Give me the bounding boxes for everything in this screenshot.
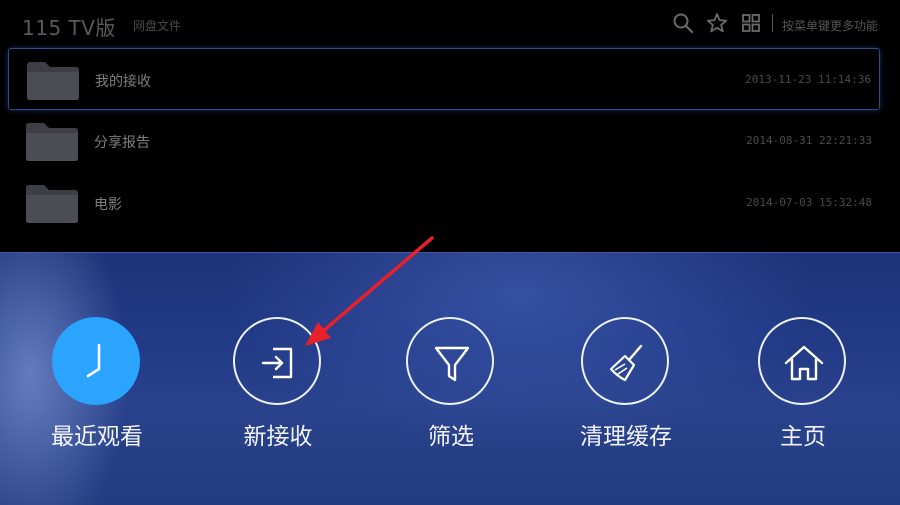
file-name: 我的接收 — [95, 74, 151, 90]
file-date: 2014-07-03 15:32:48 — [746, 196, 872, 209]
file-date: 2014-08-31 22:21:33 — [746, 134, 872, 147]
menu-label: 最近观看 — [51, 424, 143, 450]
menu-item-recent[interactable]: 最近观看 — [22, 317, 172, 457]
filter-icon — [434, 346, 470, 382]
clear-cache-circle — [581, 317, 669, 405]
folder-icon — [24, 182, 80, 224]
file-row-my-received[interactable]: 我的接收 2013-11-23 11:14:36 — [8, 48, 880, 110]
app-title: 115 TV版 — [22, 16, 116, 40]
menu-hint: 按菜单键更多功能 — [782, 19, 879, 33]
folder-icon — [25, 59, 81, 101]
menu-label: 清理缓存 — [580, 424, 672, 450]
folder-icon — [24, 120, 80, 162]
filter-circle — [406, 317, 494, 405]
menu-panel: 最近观看 新接收 筛选 清理缓存 主页 — [0, 252, 900, 505]
menu-item-home[interactable]: 主页 — [728, 317, 878, 457]
recent-circle — [52, 317, 140, 405]
star-icon[interactable] — [706, 12, 728, 34]
file-date: 2013-11-23 11:14:36 — [745, 73, 871, 86]
menu-item-clear-cache[interactable]: 清理缓存 — [551, 317, 701, 457]
menu-item-new-received[interactable]: 新接收 — [203, 317, 353, 457]
file-row-movies[interactable]: 电影 2014-07-03 15:32:48 — [8, 172, 880, 234]
new-received-circle — [233, 317, 321, 405]
file-name: 电影 — [94, 197, 122, 213]
menu-label: 新接收 — [243, 424, 313, 450]
enter-icon — [261, 347, 293, 379]
header-divider — [772, 14, 773, 32]
menu-label: 筛选 — [428, 424, 474, 450]
breadcrumb[interactable]: 网盘文件 — [133, 17, 181, 34]
menu-label: 主页 — [780, 424, 826, 450]
top-bar: 115 TV版 网盘文件 按菜单键更多功能 — [0, 0, 900, 46]
menu-item-filter[interactable]: 筛选 — [376, 317, 526, 457]
file-name: 分享报告 — [94, 135, 150, 151]
file-list: 我的接收 2013-11-23 11:14:36 分享报告 2014-08-31… — [8, 48, 880, 234]
clock-icon — [86, 343, 101, 378]
search-icon[interactable] — [672, 12, 694, 34]
file-row-share-report[interactable]: 分享报告 2014-08-31 22:21:33 — [8, 110, 880, 172]
home-circle — [758, 317, 846, 405]
home-icon — [784, 345, 824, 381]
grid-icon[interactable] — [740, 12, 762, 34]
broom-icon — [609, 344, 643, 382]
